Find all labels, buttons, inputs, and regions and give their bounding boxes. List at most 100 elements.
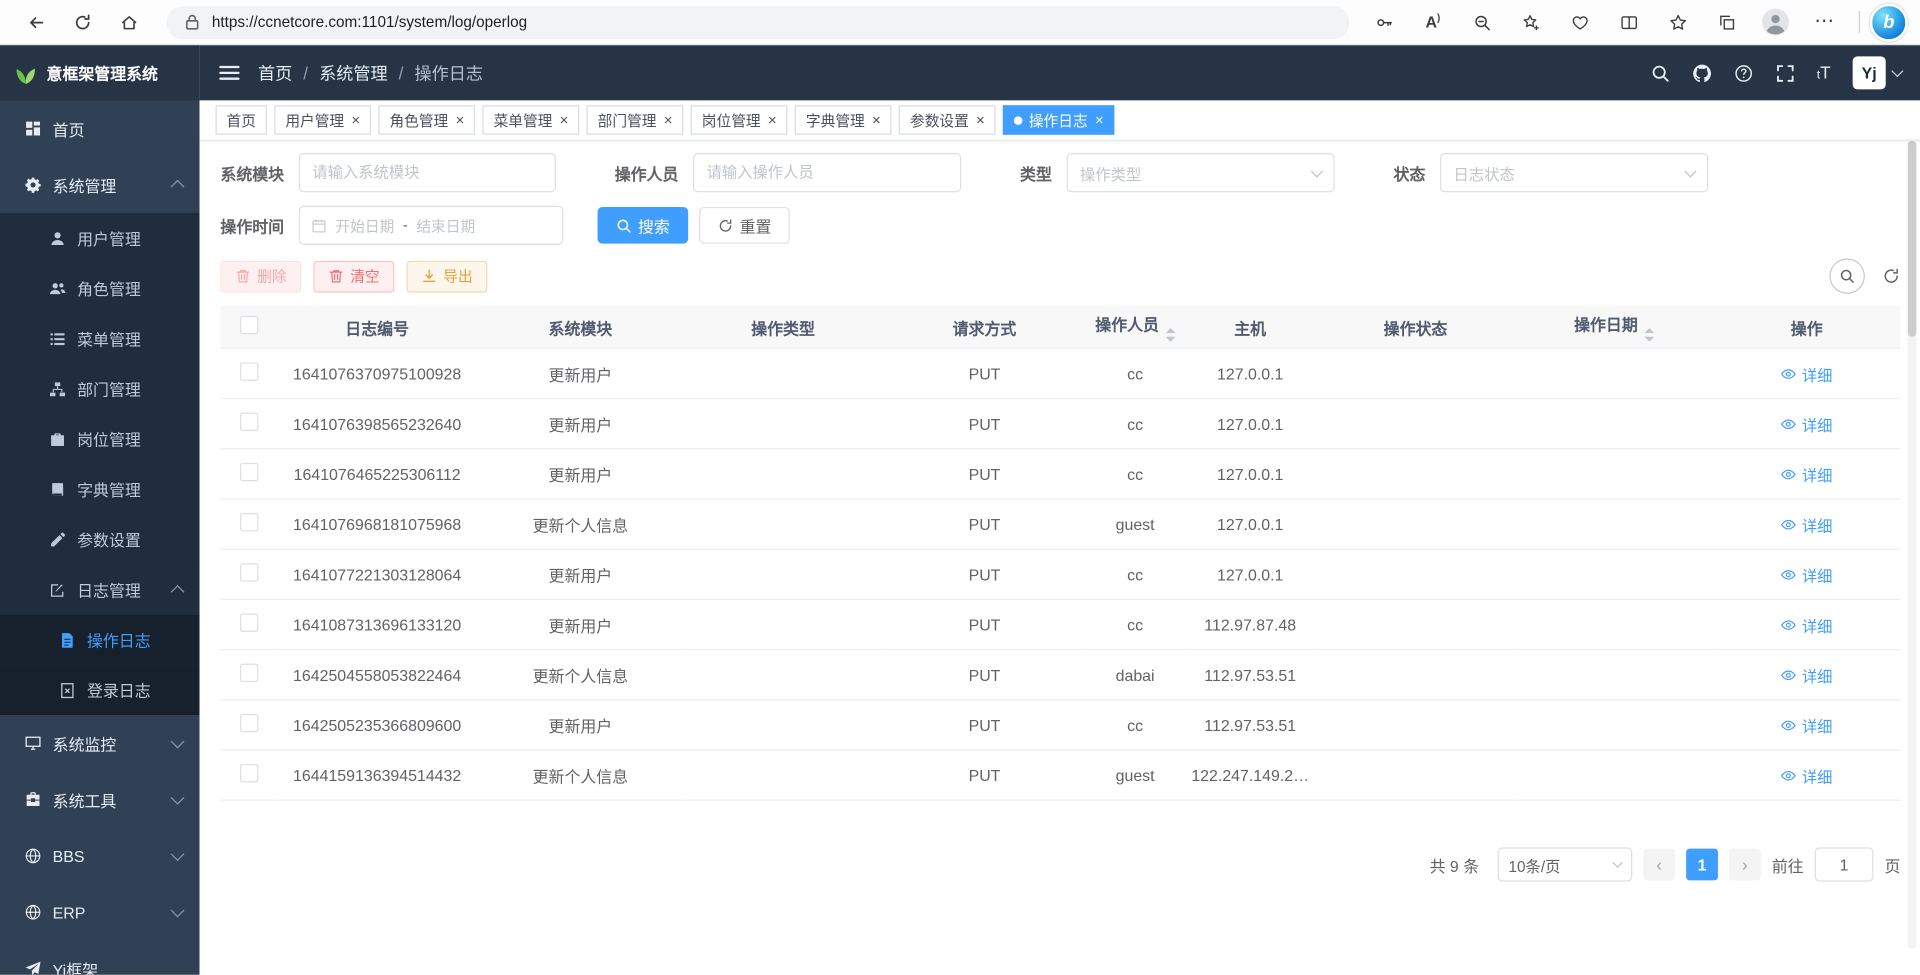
breadcrumb-item[interactable]: 首页 xyxy=(258,61,292,85)
sidebar-item-post[interactable]: 岗位管理 xyxy=(0,414,200,464)
col-date[interactable]: 操作日期 xyxy=(1515,306,1713,348)
tab-home[interactable]: 首页 xyxy=(216,105,267,134)
detail-link[interactable]: 详细 xyxy=(1781,613,1832,636)
row-checkbox[interactable] xyxy=(239,413,257,431)
prev-page-button[interactable]: ‹ xyxy=(1643,849,1675,881)
bing-discover-icon[interactable]: b xyxy=(1870,3,1908,41)
sidebar-item-system[interactable]: 系统管理 xyxy=(0,157,200,213)
user-avatar[interactable]: Yj xyxy=(1853,56,1902,89)
sidebar-item-menu[interactable]: 菜单管理 xyxy=(0,313,200,363)
tab-menu[interactable]: 菜单管理× xyxy=(483,105,580,134)
close-icon[interactable]: × xyxy=(351,111,360,128)
close-icon[interactable]: × xyxy=(1095,111,1104,128)
col-operator[interactable]: 操作人员 xyxy=(1086,306,1184,348)
tab-role[interactable]: 角色管理× xyxy=(378,105,475,134)
hamburger-icon[interactable] xyxy=(218,62,241,83)
detail-link[interactable]: 详细 xyxy=(1781,462,1832,485)
close-icon[interactable]: × xyxy=(560,111,569,128)
detail-link[interactable]: 详细 xyxy=(1781,663,1832,686)
row-checkbox[interactable] xyxy=(239,513,257,531)
refresh-icon[interactable] xyxy=(59,4,106,41)
font-size-icon[interactable]: tT xyxy=(1817,63,1831,83)
type-select[interactable]: 操作类型 xyxy=(1067,153,1335,192)
sidebar-item-bbs[interactable]: BBS xyxy=(0,828,200,884)
tab-operlog[interactable]: 操作日志× xyxy=(1003,105,1114,134)
sidebar-item-yi[interactable]: Yi框架 xyxy=(0,940,200,974)
sidebar-item-home[interactable]: 首页 xyxy=(0,100,200,156)
fullscreen-icon[interactable] xyxy=(1775,63,1795,83)
profile-avatar-icon[interactable] xyxy=(1751,4,1800,41)
sidebar-item-erp[interactable]: ERP xyxy=(0,884,200,940)
breadcrumb-item[interactable]: 操作日志 xyxy=(414,61,483,85)
sidebar-item-dict[interactable]: 字典管理 xyxy=(0,464,200,514)
show-search-toggle-button[interactable] xyxy=(1829,258,1865,294)
sort-icon[interactable] xyxy=(1644,328,1654,341)
help-icon[interactable] xyxy=(1733,63,1753,83)
page-size-select[interactable]: 10条/页 xyxy=(1498,847,1633,881)
date-range-picker[interactable]: 开始日期 - 结束日期 xyxy=(299,206,563,245)
detail-link[interactable]: 详细 xyxy=(1781,763,1832,786)
operator-input[interactable] xyxy=(693,153,961,192)
page-1-button[interactable]: 1 xyxy=(1686,849,1718,881)
add-favorite-icon[interactable] xyxy=(1506,4,1555,41)
close-icon[interactable]: × xyxy=(456,111,465,128)
row-checkbox[interactable] xyxy=(239,563,257,581)
goto-page-input[interactable] xyxy=(1815,847,1874,881)
sidebar-item-dept[interactable]: 部门管理 xyxy=(0,364,200,414)
close-icon[interactable]: × xyxy=(664,111,673,128)
tab-param[interactable]: 参数设置× xyxy=(899,105,996,134)
tab-dept[interactable]: 部门管理× xyxy=(587,105,684,134)
detail-link[interactable]: 详细 xyxy=(1781,713,1832,736)
breadcrumb-item[interactable]: 系统管理 xyxy=(319,61,388,85)
reset-button[interactable]: 重置 xyxy=(699,207,790,244)
export-button[interactable]: 导出 xyxy=(407,260,488,292)
favorites-icon[interactable] xyxy=(1653,4,1702,41)
more-menu-icon[interactable]: ⋯ xyxy=(1800,4,1849,41)
scrollbar[interactable] xyxy=(1908,141,1917,949)
close-icon[interactable]: × xyxy=(768,111,777,128)
sidebar-item-role[interactable]: 角色管理 xyxy=(0,263,200,313)
status-select[interactable]: 日志状态 xyxy=(1440,153,1708,192)
sidebar-item-user[interactable]: 用户管理 xyxy=(0,213,200,263)
row-checkbox[interactable] xyxy=(239,764,257,782)
search-button[interactable]: 搜索 xyxy=(598,207,689,244)
detail-link[interactable]: 详细 xyxy=(1781,512,1832,535)
tab-user[interactable]: 用户管理× xyxy=(274,105,371,134)
password-key-icon[interactable] xyxy=(1359,4,1408,41)
delete-button[interactable]: 删除 xyxy=(220,260,301,292)
sidebar-item-operlog[interactable]: 操作日志 xyxy=(0,615,200,665)
module-input[interactable] xyxy=(299,153,556,192)
back-icon[interactable] xyxy=(12,4,59,41)
sidebar-item-tool[interactable]: 系统工具 xyxy=(0,771,200,827)
close-icon[interactable]: × xyxy=(872,111,881,128)
refresh-table-button[interactable] xyxy=(1882,267,1900,285)
detail-link[interactable]: 详细 xyxy=(1781,412,1832,435)
row-checkbox[interactable] xyxy=(239,664,257,682)
search-icon[interactable] xyxy=(1650,63,1670,83)
read-aloud-icon[interactable]: A) xyxy=(1408,4,1457,41)
detail-link[interactable]: 详细 xyxy=(1781,563,1832,586)
row-checkbox[interactable] xyxy=(239,463,257,481)
next-page-button[interactable]: › xyxy=(1729,849,1761,881)
row-checkbox[interactable] xyxy=(239,362,257,380)
tab-post[interactable]: 岗位管理× xyxy=(691,105,788,134)
select-all-checkbox[interactable] xyxy=(239,316,257,334)
detail-link[interactable]: 详细 xyxy=(1781,362,1832,385)
tab-dict[interactable]: 字典管理× xyxy=(795,105,892,134)
close-icon[interactable]: × xyxy=(976,111,985,128)
clear-button[interactable]: 清空 xyxy=(313,260,394,292)
split-screen-icon[interactable] xyxy=(1604,4,1653,41)
collections-icon[interactable] xyxy=(1702,4,1751,41)
row-checkbox[interactable] xyxy=(239,613,257,631)
sidebar-item-param[interactable]: 参数设置 xyxy=(0,514,200,564)
zoom-out-icon[interactable] xyxy=(1457,4,1506,41)
row-checkbox[interactable] xyxy=(239,714,257,732)
sidebar-item-loginlog[interactable]: 登录日志 xyxy=(0,665,200,715)
sidebar-item-monitor[interactable]: 系统监控 xyxy=(0,715,200,771)
github-icon[interactable] xyxy=(1692,63,1712,83)
sort-icon[interactable] xyxy=(1165,328,1175,341)
browser-essentials-icon[interactable] xyxy=(1555,4,1604,41)
sidebar-item-log[interactable]: 日志管理 xyxy=(0,564,200,614)
scrollbar-thumb[interactable] xyxy=(1908,141,1917,337)
address-bar[interactable]: https://ccnetcore.com:1101/system/log/op… xyxy=(167,6,1350,39)
